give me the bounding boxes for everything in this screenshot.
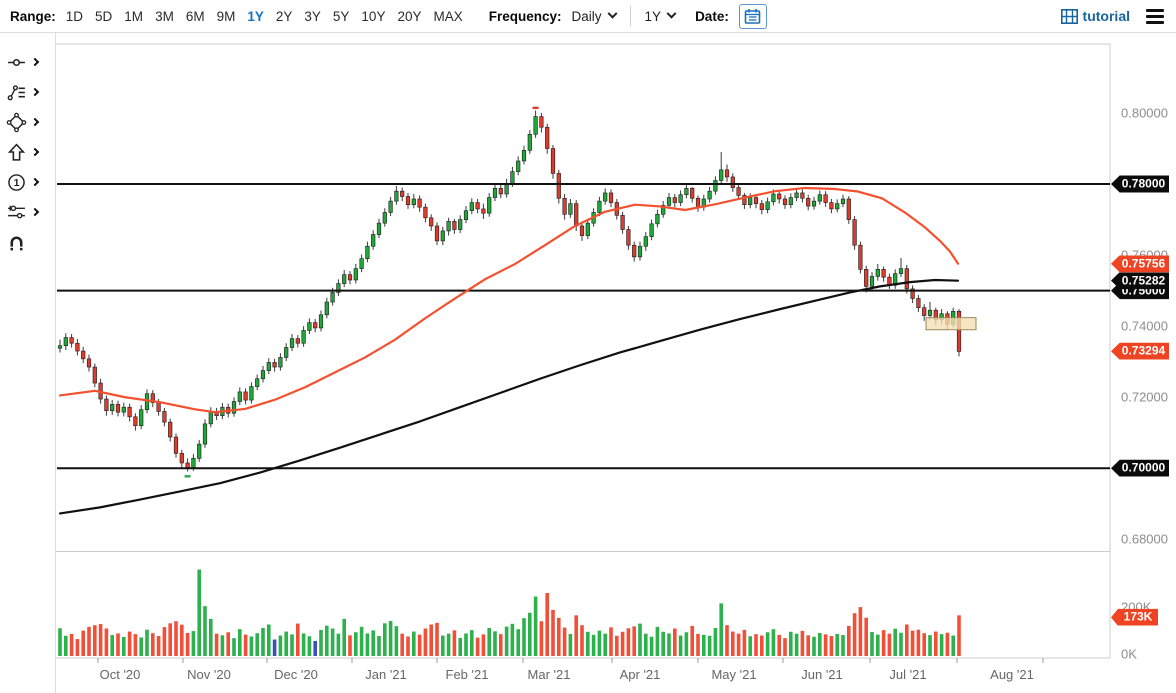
- frequency-label: Frequency:: [489, 9, 562, 24]
- top-toolbar: Range: 1D 5D 1M 3M 6M 9M 1Y 2Y 3Y 5Y 10Y 20Y MAX Fre…: [0, 0, 1176, 33]
- range-button-MAX[interactable]: MAX: [433, 9, 462, 24]
- range-button-1M[interactable]: 1M: [124, 9, 143, 24]
- frequency-value: Daily: [572, 9, 602, 24]
- range-button-20Y[interactable]: 20Y: [397, 9, 421, 24]
- chevron-down-icon: [607, 8, 617, 18]
- range-button-1Y[interactable]: 1Y: [247, 9, 264, 24]
- range-button-6M[interactable]: 6M: [186, 9, 205, 24]
- range-button-9M[interactable]: 9M: [217, 9, 236, 24]
- frequency-dropdown[interactable]: Daily: [572, 9, 616, 24]
- range-button-10Y[interactable]: 10Y: [361, 9, 385, 24]
- chevron-down-icon: [667, 8, 677, 18]
- toolbar-divider: [630, 6, 631, 26]
- range-button-5Y[interactable]: 5Y: [333, 9, 350, 24]
- range-button-group: 1D 5D 1M 3M 6M 9M 1Y 2Y 3Y 5Y 10Y 20Y MAX: [66, 9, 463, 24]
- period-value: 1Y: [645, 9, 662, 24]
- date-label: Date:: [695, 9, 729, 24]
- film-icon: [1061, 9, 1078, 24]
- calendar-icon: [744, 8, 761, 25]
- range-button-5D[interactable]: 5D: [95, 9, 112, 24]
- toolbar-right-group: tutorial: [1061, 7, 1166, 26]
- range-button-1D[interactable]: 1D: [66, 9, 83, 24]
- tutorial-link[interactable]: tutorial: [1061, 8, 1130, 24]
- tutorial-text: tutorial: [1083, 8, 1130, 24]
- menu-button[interactable]: [1144, 7, 1166, 26]
- date-picker-button[interactable]: [739, 4, 767, 29]
- charting-app: Range: 1D 5D 1M 3M 6M 9M 1Y 2Y 3Y 5Y 10Y 20Y MAX Fre…: [0, 0, 1176, 693]
- period-dropdown[interactable]: 1Y: [645, 9, 676, 24]
- range-label: Range:: [10, 9, 56, 24]
- range-button-3Y[interactable]: 3Y: [304, 9, 321, 24]
- range-button-2Y[interactable]: 2Y: [276, 9, 293, 24]
- chart-canvas[interactable]: [0, 33, 1176, 693]
- range-button-3M[interactable]: 3M: [155, 9, 174, 24]
